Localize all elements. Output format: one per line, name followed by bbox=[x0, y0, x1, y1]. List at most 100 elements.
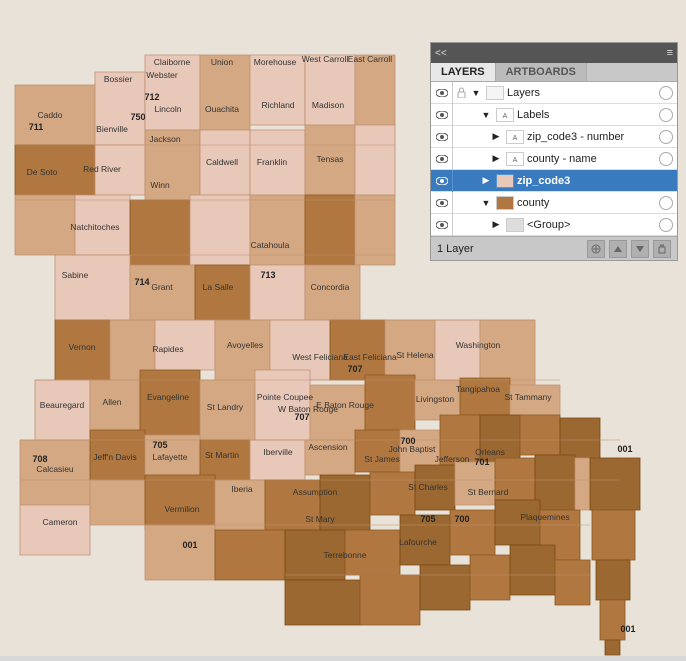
expand-icon-layers[interactable]: ▼ bbox=[469, 82, 483, 104]
layer-visibility-circle-county[interactable] bbox=[659, 196, 673, 210]
eye-icon-zip-code3[interactable] bbox=[431, 170, 453, 192]
svg-text:Terrebonne: Terrebonne bbox=[323, 550, 366, 560]
svg-text:St Tammany: St Tammany bbox=[504, 392, 552, 402]
svg-text:Calcasieu: Calcasieu bbox=[36, 464, 74, 474]
lock-icon-zip-code3 bbox=[453, 170, 469, 192]
layer-visibility-circle-group[interactable] bbox=[659, 218, 673, 232]
eye-icon-group[interactable] bbox=[431, 214, 453, 236]
layer-thumbnail-labels: A bbox=[496, 108, 514, 122]
svg-text:Vernon: Vernon bbox=[69, 342, 96, 352]
svg-text:Lafayette: Lafayette bbox=[153, 452, 188, 462]
svg-text:750: 750 bbox=[130, 112, 145, 122]
panel-header: << ≡ bbox=[431, 43, 677, 63]
svg-text:Evangeline: Evangeline bbox=[147, 392, 189, 402]
svg-text:St Bernard: St Bernard bbox=[468, 487, 509, 497]
svg-text:Richland: Richland bbox=[261, 100, 294, 110]
svg-text:701: 701 bbox=[474, 457, 489, 467]
svg-text:Lincoln: Lincoln bbox=[155, 104, 182, 114]
layer-visibility-circle-zip-number[interactable] bbox=[659, 130, 673, 144]
svg-text:Tangipahoa: Tangipahoa bbox=[456, 384, 500, 394]
eye-icon-county-name[interactable] bbox=[431, 148, 453, 170]
svg-text:Winn: Winn bbox=[150, 180, 170, 190]
layers-panel: << ≡ LAYERS ARTBOARDS ▼ Layers ▼ bbox=[430, 42, 678, 261]
tab-artboards[interactable]: ARTBOARDS bbox=[496, 63, 587, 81]
svg-text:Sabine: Sabine bbox=[62, 270, 89, 280]
svg-text:Iberia: Iberia bbox=[231, 484, 253, 494]
lock-icon-county bbox=[453, 192, 469, 214]
expand-icon-zip-number[interactable]: ▶ bbox=[489, 126, 503, 148]
layer-label-county-name: county - name bbox=[527, 153, 657, 165]
eye-icon-layers[interactable] bbox=[431, 82, 453, 104]
lock-icon-zip-number bbox=[453, 126, 469, 148]
lock-icon-group bbox=[453, 214, 469, 236]
layer-label-county: county bbox=[517, 197, 657, 209]
footer-icons bbox=[587, 240, 671, 258]
svg-text:A: A bbox=[513, 157, 518, 164]
expand-icon-labels[interactable]: ▼ bbox=[479, 104, 493, 126]
svg-text:Concordia: Concordia bbox=[311, 282, 350, 292]
svg-text:Morehouse: Morehouse bbox=[254, 57, 297, 67]
svg-text:Iberville: Iberville bbox=[263, 447, 293, 457]
layer-row-labels[interactable]: ▼ A Labels bbox=[431, 104, 677, 126]
layer-row-county[interactable]: ▼ county bbox=[431, 192, 677, 214]
layer-visibility-circle-county-name[interactable] bbox=[659, 152, 673, 166]
svg-text:Bossier: Bossier bbox=[104, 74, 133, 84]
svg-text:La Salle: La Salle bbox=[203, 282, 234, 292]
svg-text:Rapides: Rapides bbox=[152, 344, 183, 354]
layer-row-zip-number[interactable]: ▶ A zip_code3 - number bbox=[431, 126, 677, 148]
move-layer-up-icon[interactable] bbox=[609, 240, 627, 258]
lock-icon-layers bbox=[453, 82, 469, 104]
layer-row-county-name[interactable]: ▶ A county - name bbox=[431, 148, 677, 170]
svg-text:Assumption: Assumption bbox=[293, 487, 338, 497]
svg-text:Madison: Madison bbox=[312, 100, 344, 110]
svg-text:Vermilion: Vermilion bbox=[165, 504, 200, 514]
svg-text:Caddo: Caddo bbox=[37, 110, 62, 120]
svg-text:Tensas: Tensas bbox=[317, 154, 344, 164]
svg-text:Avoyelles: Avoyelles bbox=[227, 340, 263, 350]
expand-icon-group[interactable]: ▶ bbox=[489, 214, 503, 236]
expand-icon-county-name[interactable]: ▶ bbox=[489, 148, 503, 170]
svg-text:West Feliciana: West Feliciana bbox=[292, 352, 348, 362]
svg-text:Bienville: Bienville bbox=[96, 124, 128, 134]
panel-footer: 1 Layer bbox=[431, 236, 677, 260]
svg-text:Natchitoches: Natchitoches bbox=[70, 222, 119, 232]
tab-layers[interactable]: LAYERS bbox=[431, 63, 496, 81]
svg-text:Union: Union bbox=[211, 57, 233, 67]
svg-text:Jackson: Jackson bbox=[149, 134, 180, 144]
layer-visibility-circle-labels[interactable] bbox=[659, 108, 673, 122]
panel-menu-icon[interactable]: ≡ bbox=[667, 47, 673, 59]
layer-row-zip-code3[interactable]: ▶ zip_code3 bbox=[431, 170, 677, 192]
layer-thumbnail-layers bbox=[486, 86, 504, 100]
svg-text:St Mary: St Mary bbox=[305, 514, 335, 524]
move-layer-down-icon[interactable] bbox=[631, 240, 649, 258]
svg-text:708: 708 bbox=[32, 454, 47, 464]
svg-text:713: 713 bbox=[260, 270, 275, 280]
layer-row-group[interactable]: ▶ <Group> bbox=[431, 214, 677, 236]
eye-icon-labels[interactable] bbox=[431, 104, 453, 126]
layer-thumbnail-zip-code3 bbox=[496, 174, 514, 188]
lock-icon-county-name bbox=[453, 148, 469, 170]
layer-label-zip-number: zip_code3 - number bbox=[527, 131, 657, 143]
lock-icon-labels bbox=[453, 104, 469, 126]
svg-text:705: 705 bbox=[152, 440, 167, 450]
eye-icon-county[interactable] bbox=[431, 192, 453, 214]
svg-text:001: 001 bbox=[182, 540, 197, 550]
delete-layer-icon[interactable] bbox=[653, 240, 671, 258]
layer-visibility-circle-zip-code3[interactable] bbox=[659, 174, 673, 188]
expand-icon-county[interactable]: ▼ bbox=[479, 192, 493, 214]
layer-visibility-circle-layers[interactable] bbox=[659, 86, 673, 100]
svg-text:Ouachita: Ouachita bbox=[205, 104, 239, 114]
svg-text:001: 001 bbox=[617, 444, 632, 454]
svg-text:707: 707 bbox=[294, 412, 309, 422]
layer-label-labels: Labels bbox=[517, 109, 657, 121]
svg-text:Catahoula: Catahoula bbox=[251, 240, 290, 250]
new-layer-icon[interactable] bbox=[587, 240, 605, 258]
layer-row-layers[interactable]: ▼ Layers bbox=[431, 82, 677, 104]
eye-icon-zip-number[interactable] bbox=[431, 126, 453, 148]
svg-text:Webster: Webster bbox=[146, 70, 178, 80]
svg-text:Lafourche: Lafourche bbox=[399, 537, 437, 547]
panel-collapse-icon[interactable]: << bbox=[435, 48, 447, 59]
svg-text:700: 700 bbox=[454, 514, 469, 524]
expand-icon-zip-code3[interactable]: ▶ bbox=[479, 170, 493, 192]
svg-text:707: 707 bbox=[347, 364, 362, 374]
